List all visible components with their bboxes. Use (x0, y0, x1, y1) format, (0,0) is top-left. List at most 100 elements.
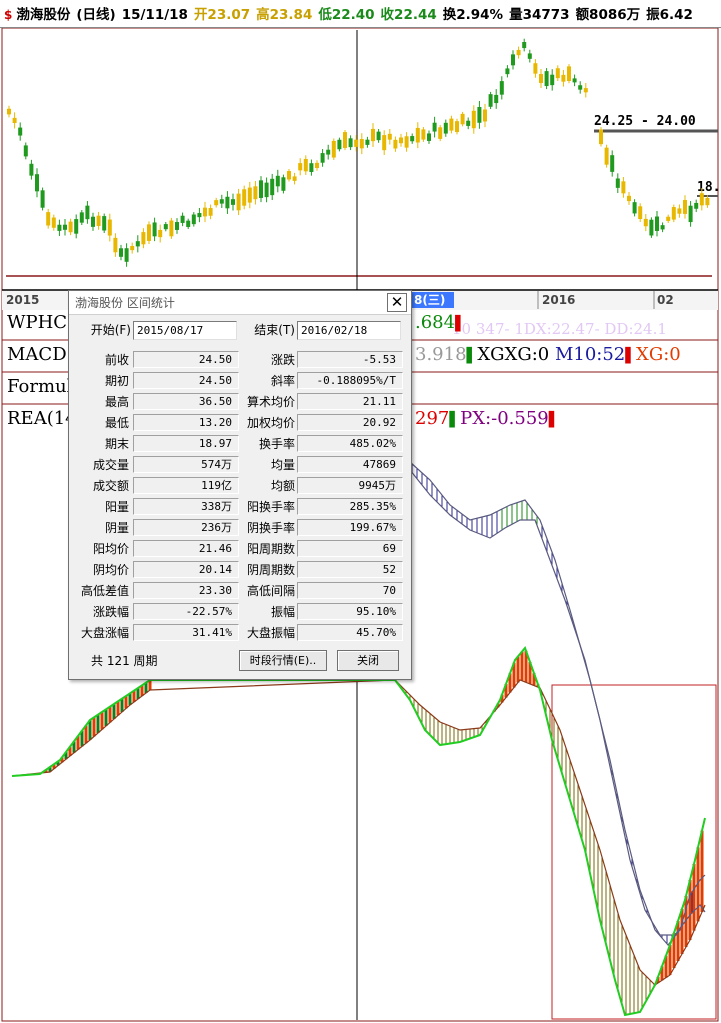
candle-body (705, 197, 710, 206)
candle-body (186, 220, 191, 227)
candle-body (141, 232, 146, 245)
candle-body (505, 68, 510, 75)
candle-body (197, 213, 202, 218)
macd-xgxg: XGXG:0 (477, 344, 550, 365)
candle-body (135, 241, 140, 247)
candle-body (415, 127, 420, 143)
candle-body (427, 133, 431, 141)
stats-row: 成交额 119亿 均额 9945万 (69, 477, 413, 495)
candle-body (627, 195, 631, 202)
candlestick-series (7, 38, 710, 267)
period-quote-button[interactable]: 时段行情(E).. (239, 650, 327, 671)
stat-label: 涨跌幅 (92, 605, 129, 619)
stat-value: 47869 (297, 456, 403, 473)
candle-body (242, 189, 247, 206)
stat-value: 20.14 (133, 561, 239, 578)
candle-body (604, 147, 609, 165)
macd-value: 3.918 (415, 344, 467, 365)
candle-body (214, 200, 219, 206)
candle-body (365, 139, 370, 145)
candle-body (460, 113, 465, 125)
candle-body (46, 212, 51, 226)
stat-label: 阳均价 (92, 542, 129, 556)
candle-body (163, 224, 168, 230)
candle-body (191, 214, 196, 225)
formula-indicator-label: Formul (7, 376, 72, 397)
wphc-faded-text: 10 347- 1DX:22.47- DD:24.1 (452, 320, 667, 338)
candle-body (533, 63, 538, 74)
close-button[interactable]: 关闭 (337, 650, 399, 671)
amount: 额8086万 (575, 7, 641, 23)
rea-name: REA(14 (7, 408, 77, 429)
stat-label: 期末 (104, 437, 129, 451)
candle-body (694, 202, 699, 209)
candle-body (567, 66, 571, 81)
interval-stats-dialog[interactable]: 渤海股份 区间统计 ✕ 开始(F) 2015/08/17 结束(T) 2016/… (68, 290, 412, 680)
stat-label: 阴量 (104, 521, 129, 535)
candle-body (539, 74, 543, 84)
candle-body (410, 136, 415, 142)
candle-body (343, 132, 347, 148)
candle-body (387, 133, 392, 140)
candle-body (354, 139, 359, 147)
stat-value: 45.70% (297, 624, 403, 641)
candle-body (443, 122, 448, 134)
stat-label: 振幅 (270, 605, 295, 619)
dialog-titlebar[interactable]: 渤海股份 区间统计 ✕ (69, 291, 411, 315)
stats-row: 最高 36.50 算术均价 21.11 (69, 393, 413, 411)
candle-body (438, 127, 443, 139)
dialog-title: 渤海股份 区间统计 (75, 296, 175, 310)
stat-label: 加权均价 (246, 416, 295, 430)
turnover-rate: 换2.94% (442, 7, 504, 23)
stat-label: 大盘涨幅 (80, 626, 129, 640)
candle-body (621, 181, 626, 194)
stat-value: 20.92 (297, 414, 403, 431)
stat-label: 高低间隔 (246, 584, 295, 598)
start-date-field[interactable]: 2015/08/17 (133, 321, 237, 340)
candle-body (315, 162, 319, 169)
rea-px: PX:-0.559 (460, 408, 549, 429)
stat-label: 前收 (104, 353, 129, 367)
candle-body (7, 108, 11, 115)
axis-date-02: 02 (657, 293, 674, 307)
end-date-field[interactable]: 2016/02/18 (297, 321, 401, 340)
stats-row: 期末 18.97 换手率 485.02% (69, 435, 413, 453)
candle-body (79, 212, 84, 223)
candle-body (550, 74, 555, 86)
stat-label: 阴均价 (92, 563, 129, 577)
stat-value: 338万 (133, 498, 239, 515)
macd-m10: M10:52 (554, 344, 626, 365)
macd-name: MACD( (7, 344, 74, 365)
stat-label: 斜率 (270, 374, 295, 388)
candle-body (320, 153, 325, 163)
candle-body (281, 177, 286, 191)
candle-body (102, 216, 107, 231)
candle-body (287, 171, 291, 180)
candle-body (671, 207, 676, 220)
candle-body (259, 180, 263, 198)
candle-body (471, 110, 476, 129)
candle-body (298, 163, 303, 171)
stat-value: 21.11 (297, 393, 403, 410)
high-price: 高23.84 (256, 7, 313, 23)
stats-row: 阳量 338万 阳换手率 285.35% (69, 498, 413, 516)
candle-body (175, 222, 179, 230)
candle-body (208, 207, 213, 216)
range-label: 24.25 - 24.00 (594, 114, 696, 129)
candle-body (666, 216, 671, 221)
candle-body (371, 128, 375, 142)
candle-body (337, 139, 342, 150)
stat-value: -5.53 (297, 351, 403, 368)
candle-body (51, 217, 56, 228)
rea-value: 297 (415, 408, 450, 429)
candle-body (203, 207, 207, 217)
stat-label: 最高 (104, 395, 129, 409)
close-icon[interactable]: ✕ (387, 293, 407, 312)
candle-body (610, 155, 615, 172)
candle-body (376, 131, 381, 141)
candle-body (511, 54, 515, 66)
stat-label: 成交量 (92, 458, 129, 472)
candle-body (236, 193, 241, 211)
candle-body (660, 225, 665, 230)
candle-body (561, 74, 566, 82)
